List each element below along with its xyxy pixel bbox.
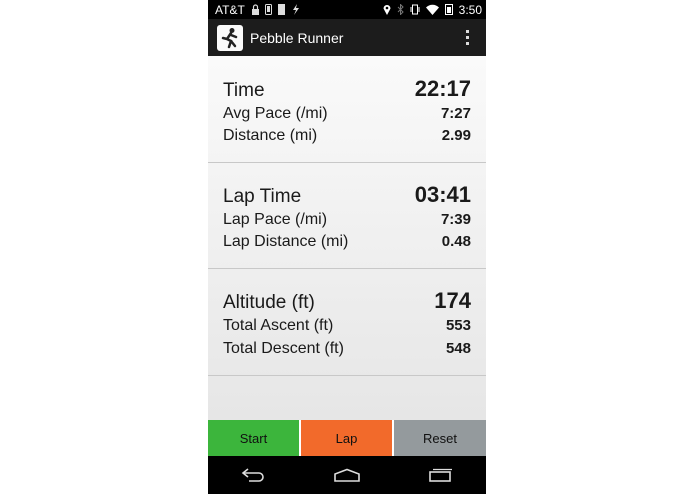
stat-row-avg-pace: Avg Pace (/mi) 7:27: [223, 105, 471, 123]
recent-apps-icon[interactable]: [427, 468, 453, 482]
phone-screen: AT&T 3:50 Pebble Runner Time 22:17 Avg P…: [208, 0, 486, 494]
stat-label: Lap Time: [223, 186, 302, 207]
stat-label: Altitude (ft): [223, 292, 315, 313]
wifi-icon: [425, 4, 439, 15]
stat-value: 174: [434, 288, 471, 313]
lock-icon: [251, 4, 259, 15]
stat-label: Lap Distance (mi): [223, 233, 349, 250]
stat-row-total-ascent: Total Ascent (ft) 553: [223, 317, 471, 335]
stat-label: Distance (mi): [223, 127, 318, 144]
stat-value: 0.48: [441, 233, 471, 250]
stat-label: Time: [223, 80, 265, 101]
altitude-section: Altitude (ft) 174 Total Ascent (ft) 553 …: [208, 269, 486, 376]
stat-label: Total Descent (ft): [223, 340, 344, 357]
stat-value: 548: [445, 340, 471, 357]
phone-icon: [264, 4, 272, 15]
stat-row-lap-time: Lap Time 03:41: [223, 182, 471, 208]
status-bar: AT&T 3:50: [208, 0, 486, 19]
bluetooth-icon: [397, 4, 404, 15]
stat-value: 03:41: [414, 182, 471, 207]
stats-panel: Time 22:17 Avg Pace (/mi) 7:27 Distance …: [208, 56, 486, 420]
stat-row-lap-pace: Lap Pace (/mi) 7:39: [223, 211, 471, 229]
stat-value: 22:17: [414, 76, 471, 101]
stat-row-altitude: Altitude (ft) 174: [223, 288, 471, 314]
start-button[interactable]: Start: [208, 420, 301, 456]
control-buttons: Start Lap Reset: [208, 420, 486, 456]
lap-button[interactable]: Lap: [301, 420, 394, 456]
stat-row-lap-distance: Lap Distance (mi) 0.48: [223, 233, 471, 251]
sd-card-icon: [277, 4, 285, 15]
stat-value: 7:39: [440, 211, 471, 228]
action-bar: Pebble Runner: [208, 19, 486, 56]
reset-button[interactable]: Reset: [394, 420, 486, 456]
battery-icon: [444, 4, 453, 15]
usb-icon: [292, 4, 299, 15]
carrier-name: AT&T: [215, 2, 245, 17]
stat-value: 553: [445, 317, 471, 334]
back-icon[interactable]: [241, 468, 267, 482]
stat-label: Total Ascent (ft): [223, 317, 334, 334]
stat-label: Lap Pace (/mi): [223, 211, 328, 228]
lap-section: Lap Time 03:41 Lap Pace (/mi) 7:39 Lap D…: [208, 163, 486, 269]
time-section: Time 22:17 Avg Pace (/mi) 7:27 Distance …: [208, 56, 486, 163]
runner-icon[interactable]: [217, 24, 243, 51]
home-icon[interactable]: [333, 468, 361, 482]
stat-value: 2.99: [441, 127, 471, 144]
location-icon: [383, 5, 391, 15]
stat-row-time: Time 22:17: [223, 76, 471, 102]
app-title: Pebble Runner: [250, 29, 344, 46]
stat-label: Avg Pace (/mi): [223, 105, 328, 122]
overflow-menu-icon[interactable]: [466, 30, 470, 45]
system-nav-bar: [208, 456, 486, 494]
status-clock: 3:50: [458, 2, 482, 17]
stat-row-distance: Distance (mi) 2.99: [223, 127, 471, 145]
stat-value: 7:27: [440, 105, 471, 122]
vibrate-icon: [410, 4, 420, 15]
stat-row-total-descent: Total Descent (ft) 548: [223, 340, 471, 358]
